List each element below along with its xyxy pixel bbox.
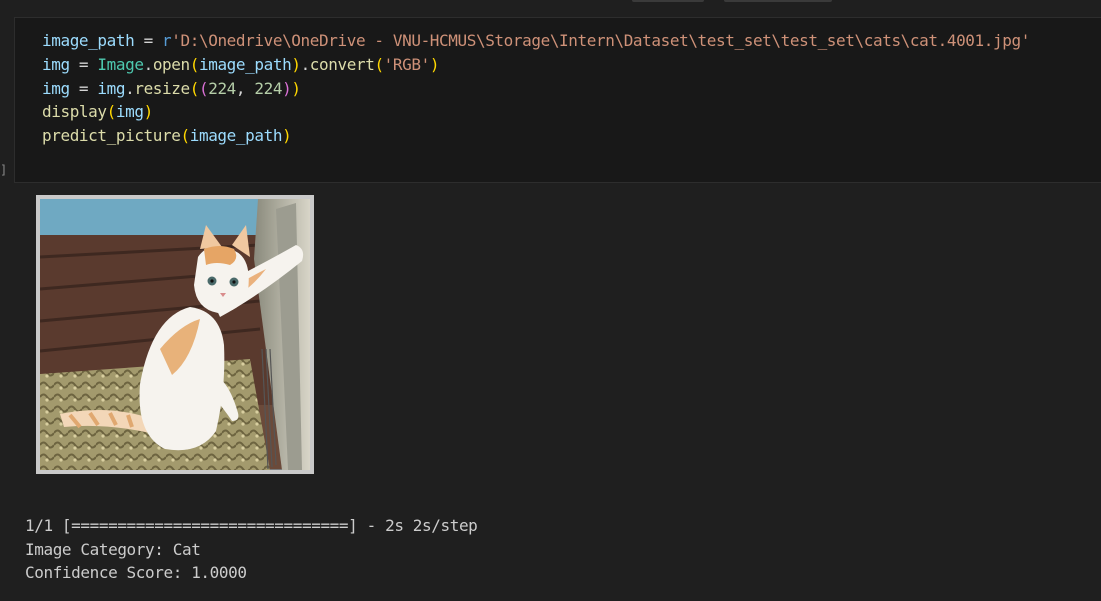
code-line-5: predict_picture(image_path) bbox=[42, 126, 292, 145]
category-line: Image Category: Cat bbox=[25, 539, 201, 559]
toolbar-button[interactable] bbox=[724, 0, 832, 2]
progress-line: 1/1 [==============================] - 2… bbox=[25, 516, 478, 535]
code-editor[interactable]: image_path = r'D:\Onedrive\OneDrive - VN… bbox=[42, 29, 1030, 148]
code-line-1: image_path = r'D:\Onedrive\OneDrive - VN… bbox=[42, 31, 1030, 50]
toolbar-button[interactable] bbox=[632, 0, 704, 2]
code-line-4: display(img) bbox=[42, 102, 153, 122]
cell-output: 1/1 [==============================] - 2… bbox=[25, 514, 478, 585]
cat-photo bbox=[40, 199, 310, 470]
output-cat-image bbox=[36, 195, 314, 474]
cell-execution-bracket: ] bbox=[0, 163, 8, 177]
code-line-3: img = img.resize((224, 224)) bbox=[42, 78, 301, 98]
confidence-line: Confidence Score: 1.0000 bbox=[25, 563, 247, 582]
code-line-2: img = Image.open(image_path).convert('RG… bbox=[42, 54, 440, 74]
